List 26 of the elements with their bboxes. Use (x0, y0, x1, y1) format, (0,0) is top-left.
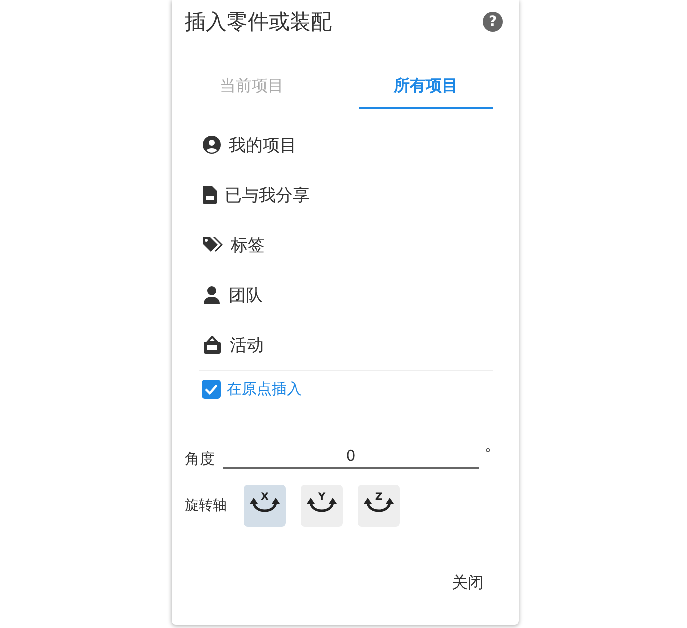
help-icon[interactable]: ? (483, 12, 503, 32)
nav-item[interactable]: 已与我分享 (225, 184, 310, 206)
rotation-axis-label: 旋转轴 (185, 497, 227, 515)
rotate-arrow-icon (250, 498, 280, 514)
rotate-arrow-icon (364, 498, 394, 514)
nav-item[interactable]: 标签 (231, 234, 265, 256)
rotate-arrow-icon (307, 498, 337, 514)
file-icon (203, 186, 217, 204)
angle-label: 角度 (185, 450, 215, 469)
user-circle-icon (203, 136, 221, 154)
briefcase-icon (203, 336, 222, 354)
angle-input[interactable]: 0 (223, 447, 479, 469)
close-button[interactable]: 关闭 (431, 567, 505, 600)
person-icon (203, 286, 221, 304)
dialog-title: 插入零件或装配 (185, 9, 332, 36)
tags-icon (203, 237, 223, 253)
axis-button[interactable]: X (244, 485, 286, 527)
axis-button[interactable]: Z (358, 485, 400, 527)
axis-button[interactable]: Y (301, 485, 343, 527)
degree-unit: ° (485, 447, 492, 462)
nav-item[interactable]: 活动 (230, 334, 264, 356)
checkbox[interactable] (202, 380, 221, 399)
tab[interactable]: 所有项目 (359, 65, 493, 109)
nav-item[interactable]: 团队 (229, 284, 263, 306)
checkbox-label[interactable]: 在原点插入 (227, 380, 302, 399)
nav-item[interactable]: 我的项目 (229, 134, 297, 156)
